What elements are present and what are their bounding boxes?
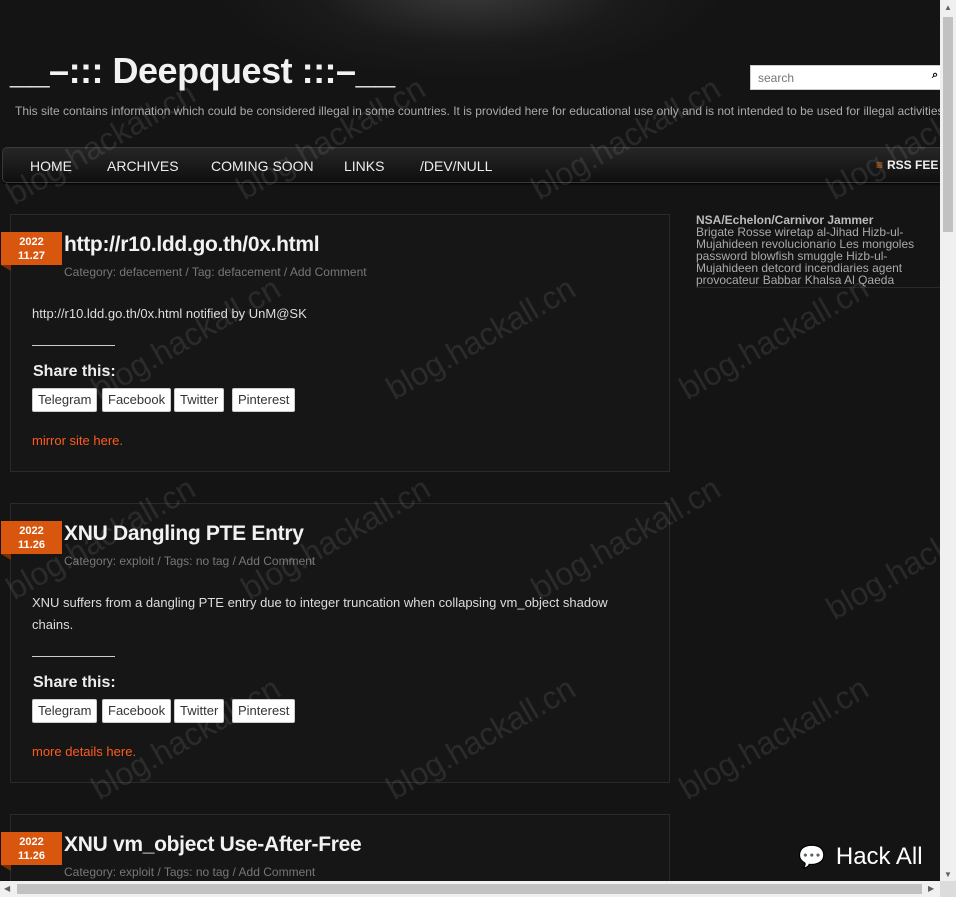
vertical-scroll-thumb[interactable]	[943, 17, 953, 232]
hackall-badge: 💬 Hack All	[798, 843, 923, 871]
mirror-site-link[interactable]: mirror site here.	[32, 433, 123, 448]
date-year: 2022	[19, 836, 44, 848]
rss-icon: ≡	[876, 158, 884, 172]
rss-feed-link[interactable]: ≡ RSS FEE	[876, 158, 938, 172]
nav-coming-soon[interactable]: COMING SOON	[211, 158, 314, 174]
post: 2022 11.26 XNU Dangling PTE Entry Catego…	[1, 503, 670, 783]
site-title[interactable]: __–::: Deepquest :::–__	[10, 50, 395, 92]
nav-links[interactable]: LINKS	[344, 158, 384, 174]
watermark: blog.hackall.cn	[819, 489, 940, 627]
scroll-left-arrow-icon[interactable]: ◀	[4, 884, 10, 893]
scroll-up-arrow-icon[interactable]: ▲	[944, 3, 952, 12]
page: __–::: Deepquest :::–__ ⌕ This site cont…	[0, 0, 940, 881]
post: 2022 11.26 XNU vm_object Use-After-Free …	[1, 814, 670, 881]
date-month-day: 11.26	[18, 539, 45, 551]
post-title[interactable]: http://r10.ldd.go.th/0x.html	[64, 233, 320, 257]
date-badge: 2022 11.27	[1, 232, 62, 271]
watermark: blog.hackall.cn	[0, 74, 202, 212]
post-title[interactable]: XNU Dangling PTE Entry	[64, 522, 304, 546]
main-nav: HOME ARCHIVES COMING SOON LINKS /DEV/NUL…	[2, 147, 940, 183]
share-pinterest-button[interactable]: Pinterest	[232, 699, 296, 723]
separator	[32, 345, 115, 346]
scrollbar-corner	[940, 881, 956, 897]
post-meta: Category: exploit / Tags: no tag / Add C…	[64, 865, 316, 879]
share-telegram-button[interactable]: Telegram	[32, 699, 98, 723]
separator	[32, 656, 115, 657]
share-facebook-button[interactable]: Facebook	[102, 388, 172, 412]
watermark: blog.hackall.cn	[524, 69, 727, 207]
horizontal-scroll-thumb[interactable]	[17, 884, 922, 894]
watermark: blog.hackall.cn	[672, 269, 875, 407]
share-twitter-button[interactable]: Twitter	[174, 388, 225, 412]
date-badge: 2022 11.26	[1, 832, 62, 871]
date-year: 2022	[19, 236, 44, 248]
scroll-down-arrow-icon[interactable]: ▼	[944, 870, 952, 879]
hackall-text: Hack All	[835, 843, 923, 870]
post-meta: Category: exploit / Tags: no tag / Add C…	[64, 554, 316, 568]
post-body: XNU suffers from a dangling PTE entry du…	[32, 595, 608, 632]
date-month-day: 11.27	[18, 250, 45, 262]
share-pinterest-button[interactable]: Pinterest	[232, 388, 296, 412]
sidebar-divider	[696, 287, 940, 288]
search-icon[interactable]: ⌕	[932, 69, 938, 82]
site-disclaimer: This site contains information which cou…	[15, 104, 940, 118]
sidebar-text: Brigate Rosse wiretap al-Jihad Hizb-ul-M…	[696, 225, 915, 287]
date-badge: 2022 11.26	[1, 521, 62, 560]
post-meta: Category: defacement / Tag: defacement /…	[64, 265, 367, 279]
scroll-right-arrow-icon[interactable]: ▶	[928, 884, 934, 893]
share-telegram-button[interactable]: Telegram	[32, 388, 98, 412]
sidebar-jammer-widget: NSA/Echelon/Carnivor Jammer Brigate Ross…	[696, 214, 940, 286]
post-body: http://r10.ldd.go.th/0x.html notified by…	[32, 306, 307, 321]
share-twitter-button[interactable]: Twitter	[174, 699, 225, 723]
share-title: Share this:	[33, 363, 116, 380]
date-month-day: 11.26	[18, 850, 45, 862]
search-input[interactable]	[750, 65, 940, 90]
nav-archives[interactable]: ARCHIVES	[107, 158, 179, 174]
wechat-icon: 💬	[798, 844, 826, 869]
nav-home[interactable]: HOME	[30, 158, 72, 174]
post-title[interactable]: XNU vm_object Use-After-Free	[64, 833, 362, 857]
rss-label: RSS FEE	[887, 158, 939, 172]
share-title: Share this:	[33, 674, 116, 691]
date-year: 2022	[19, 525, 44, 537]
watermark: blog.hackall.cn	[672, 669, 875, 807]
nav-dev-null[interactable]: /DEV/NULL	[420, 158, 492, 174]
more-details-link[interactable]: more details here.	[32, 744, 136, 759]
post: 2022 11.27 http://r10.ldd.go.th/0x.html …	[1, 214, 670, 472]
watermark: blog.hackall.cn	[819, 69, 940, 207]
share-facebook-button[interactable]: Facebook	[102, 699, 172, 723]
